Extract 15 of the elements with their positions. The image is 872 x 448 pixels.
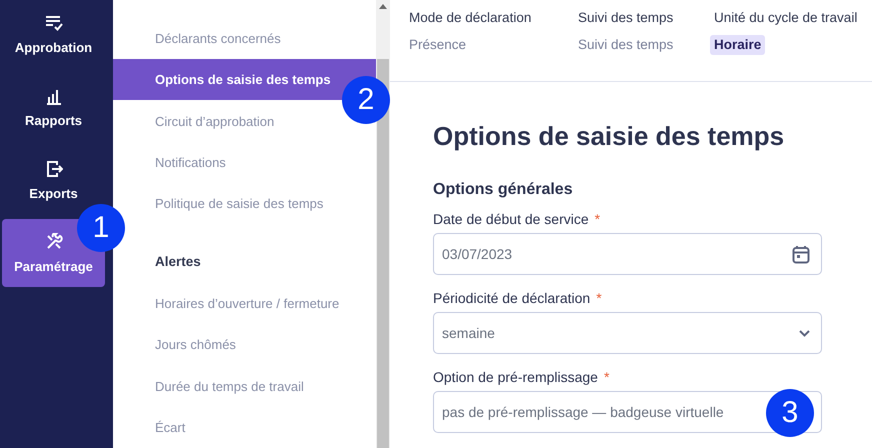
- required-mark: *: [594, 211, 600, 227]
- summary-value: Suivi des temps: [577, 36, 674, 54]
- field-label: Date de début de service: [433, 211, 589, 227]
- field-label: Périodicité de déclaration: [433, 290, 590, 306]
- required-mark: *: [604, 369, 610, 385]
- menu-section-title: Alertes: [155, 253, 201, 270]
- summary-chip: Horaire: [710, 35, 766, 55]
- summary-label: Suivi des temps: [578, 9, 674, 27]
- page-title: Options de saisie des temps: [433, 120, 786, 152]
- required-mark: *: [596, 290, 602, 306]
- summary-label: Mode de déclaration: [409, 9, 532, 27]
- section-title: Options générales: [433, 180, 574, 200]
- field-label: Option de pré-remplissage: [433, 369, 598, 385]
- summary-value: Présence: [408, 36, 468, 54]
- summary-label: Unité du cycle de travail: [714, 9, 858, 27]
